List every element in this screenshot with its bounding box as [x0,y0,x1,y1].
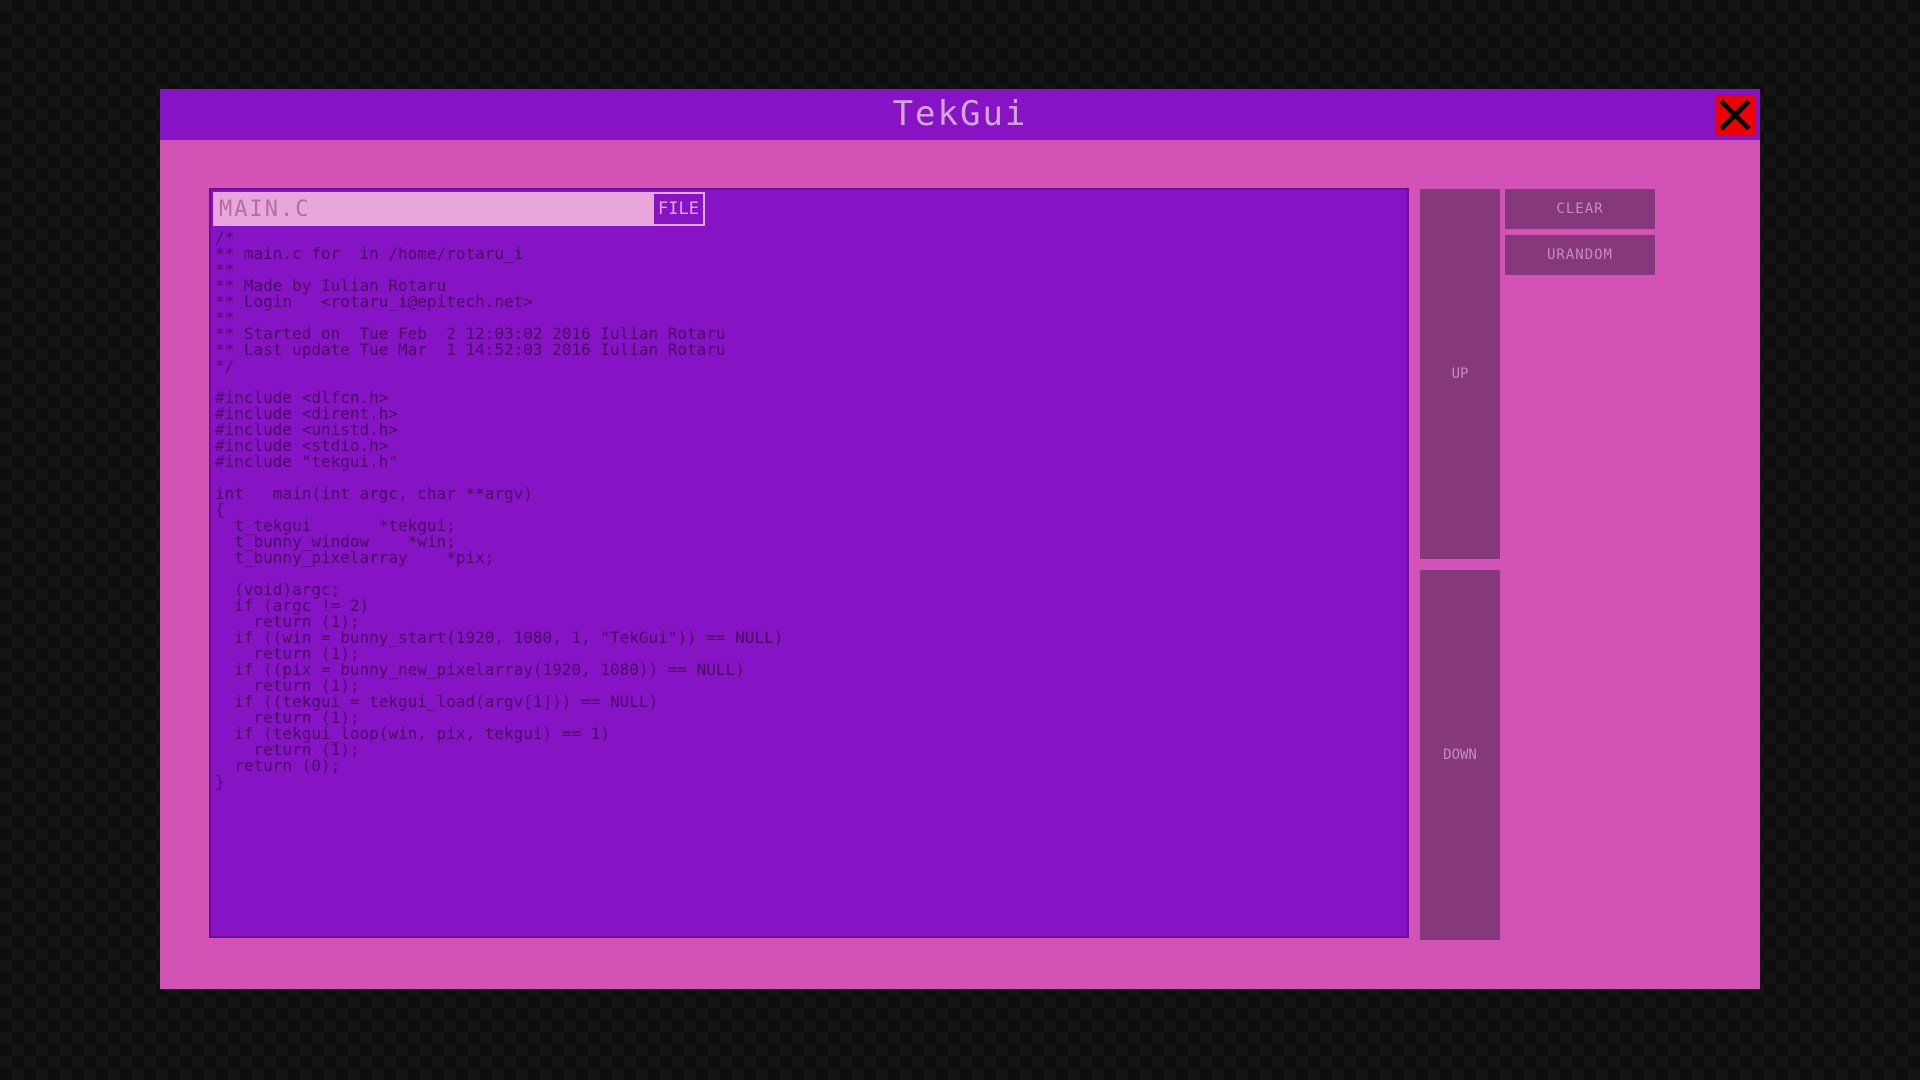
title-bar[interactable]: TekGui [160,89,1760,140]
scroll-up-label: UP [1451,366,1469,382]
file-name-input[interactable] [213,192,652,226]
clear-label: CLEAR [1556,201,1604,217]
urandom-button[interactable]: URANDOM [1505,235,1655,275]
scroll-down-label: DOWN [1443,747,1477,763]
urandom-label: URANDOM [1546,247,1613,263]
scroll-down-button[interactable]: DOWN [1420,570,1500,940]
close-x-icon [1719,99,1751,131]
window-title: TekGui [892,94,1028,134]
clear-button[interactable]: CLEAR [1505,189,1655,229]
file-button[interactable]: FILE [652,192,705,226]
code-content[interactable]: /* ** main.c for in /home/rotaru_i ** **… [215,230,1403,932]
code-editor[interactable]: FILE /* ** main.c for in /home/rotaru_i … [209,188,1409,938]
close-button[interactable] [1715,95,1755,135]
scroll-up-button[interactable]: UP [1420,189,1500,559]
file-name-field[interactable] [213,192,652,226]
tekgui-window: TekGui FILE /* ** main.c for in /home/ro… [160,89,1760,989]
